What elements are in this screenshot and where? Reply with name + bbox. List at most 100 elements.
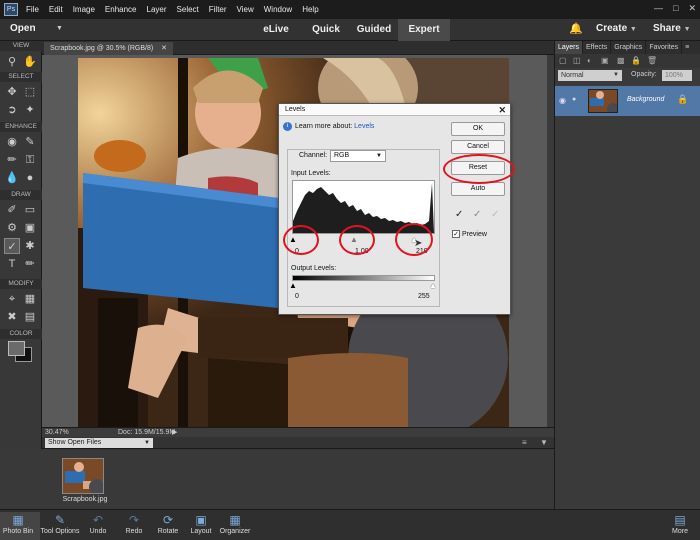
blur-tool-icon[interactable]: 💧 [4, 170, 20, 186]
close-tab-icon[interactable]: ✕ [161, 45, 167, 52]
levels-dialog-title[interactable]: Levels ✕ [279, 104, 510, 116]
open-dropdown-icon[interactable]: ▼ [56, 25, 63, 32]
photo-bin-thumbnail-label: Scrapbook.jpg [62, 496, 108, 503]
lock-transparency-icon[interactable]: ▩ [617, 56, 625, 65]
mode-bar: Open ▼ eLive Quick Guided Expert 🔔 Creat… [0, 19, 700, 41]
channel-dropdown[interactable]: RGB ▼ [330, 150, 386, 162]
pencil-tool-icon[interactable]: ✏ [22, 256, 38, 272]
lock-all-icon[interactable]: 🔒 [631, 56, 641, 65]
eraser-tool-icon[interactable]: ▭ [22, 202, 38, 218]
foreground-color-swatch[interactable] [8, 341, 25, 356]
marquee-tool-icon[interactable]: ⬚ [22, 84, 38, 100]
menu-file[interactable]: File [26, 5, 39, 14]
auto-button[interactable]: Auto [451, 182, 505, 196]
paint-bucket-tool-icon[interactable]: ⚙ [4, 220, 20, 236]
photo-bin-button[interactable]: ▦ Photo Bin [0, 512, 40, 540]
hand-tool-icon[interactable]: ✋ [22, 54, 38, 70]
preview-checkmark-icon[interactable]: ✓ [452, 230, 460, 238]
white-eyedropper-icon[interactable]: ✓ [491, 209, 499, 220]
mode-quick[interactable]: Quick [306, 19, 346, 41]
spot-healing-tool-icon[interactable]: ✎ [22, 134, 38, 150]
document-tab[interactable]: Scrapbook.jpg @ 30.5% (RGB/8) ✕ [44, 42, 174, 55]
type-tool-icon[interactable]: T [4, 256, 20, 272]
custom-shape-tool-icon[interactable]: ✱ [22, 238, 38, 254]
content-aware-move-tool-icon[interactable]: ✖ [4, 309, 20, 325]
move-tool-icon[interactable]: ✥ [4, 84, 20, 100]
magic-wand-tool-icon[interactable]: ✦ [22, 102, 38, 118]
minimize-icon[interactable]: — [654, 3, 663, 14]
notifications-bell-icon[interactable]: 🔔 [569, 22, 583, 35]
layer-row-background[interactable]: ◉ ● Background 🔒 [555, 86, 700, 116]
preview-checkbox[interactable]: ✓ Preview [452, 230, 487, 238]
cancel-button[interactable]: Cancel [451, 140, 505, 154]
share-button[interactable]: Share ▼ [653, 23, 691, 34]
brush-tool-icon[interactable]: ✐ [4, 202, 20, 218]
menu-window[interactable]: Window [264, 5, 292, 14]
sponge-tool-icon[interactable]: ● [22, 170, 38, 186]
straighten-tool-icon[interactable]: ▤ [22, 309, 38, 325]
mode-guided[interactable]: Guided [350, 19, 398, 41]
menu-select[interactable]: Select [177, 5, 199, 14]
menu-edit[interactable]: Edit [49, 5, 63, 14]
layer-link-icon: ● [572, 96, 577, 103]
bin-options-icon[interactable]: ≡ [522, 438, 527, 447]
output-black-value[interactable]: 0 [295, 293, 299, 300]
collapse-bin-icon[interactable]: ▼ [540, 438, 548, 447]
create-button[interactable]: Create ▼ [596, 23, 637, 34]
organizer-button[interactable]: ▦ Organizer [213, 512, 257, 535]
crop-tool-icon[interactable]: ⌖ [4, 291, 20, 307]
learn-more-levels-link[interactable]: Levels [354, 123, 374, 130]
status-menu-arrow-icon[interactable]: ▶ [172, 428, 177, 436]
visibility-eye-icon[interactable]: ◉ [559, 96, 566, 105]
tab-effects[interactable]: Effects [583, 41, 612, 54]
photo-bin-thumbnail[interactable] [62, 458, 104, 494]
annotation-circle-midtone [339, 225, 375, 255]
more-button[interactable]: ▤ More [658, 512, 700, 535]
output-levels-slider[interactable]: ▲ ▲ [289, 281, 437, 291]
output-white-handle[interactable]: ▲ [429, 281, 437, 290]
adjustment-layer-icon[interactable]: ◐ [587, 56, 592, 65]
gray-eyedropper-icon[interactable]: ✓ [473, 209, 481, 220]
panel-menu-icon[interactable]: ≡ [682, 41, 692, 54]
lasso-tool-icon[interactable]: ➲ [4, 102, 20, 118]
tab-favorites[interactable]: Favorites [646, 41, 683, 54]
open-button[interactable]: Open [10, 23, 36, 34]
new-group-icon[interactable]: ◫ [573, 56, 581, 65]
layer-name: Background [627, 96, 665, 103]
menu-layer[interactable]: Layer [147, 5, 167, 14]
zoom-tool-icon[interactable]: ⚲ [4, 54, 20, 70]
blend-mode-dropdown[interactable]: Normal ▼ [558, 70, 622, 81]
eyedropper-tool-icon[interactable]: ✓ [4, 238, 20, 254]
menu-filter[interactable]: Filter [209, 5, 227, 14]
new-layer-icon[interactable]: ▢ [559, 56, 567, 65]
mode-elive[interactable]: eLive [254, 19, 298, 41]
tab-layers[interactable]: Layers [555, 41, 584, 54]
gradient-tool-icon[interactable]: ▣ [22, 220, 38, 236]
annotation-circle-black-point [283, 225, 319, 255]
restore-icon[interactable]: □ [673, 3, 678, 14]
menu-enhance[interactable]: Enhance [105, 5, 137, 14]
show-open-files-dropdown[interactable]: Show Open Files ▼ [45, 438, 153, 448]
layer-lock-icon: 🔒 [677, 94, 689, 104]
delete-layer-icon[interactable]: 🗑 [647, 56, 657, 65]
layer-mask-icon[interactable]: ▣ [601, 56, 609, 65]
smart-brush-tool-icon[interactable]: ✏ [4, 152, 20, 168]
close-dialog-icon[interactable]: ✕ [498, 104, 506, 116]
menu-view[interactable]: View [237, 5, 254, 14]
black-eyedropper-icon[interactable]: ✓ [455, 209, 463, 220]
mode-expert[interactable]: Expert [398, 19, 450, 41]
recompose-tool-icon[interactable]: ▦ [22, 291, 38, 307]
red-eye-tool-icon[interactable]: ◉ [4, 134, 20, 150]
output-black-handle[interactable]: ▲ [289, 281, 297, 290]
ok-button[interactable]: OK [451, 122, 505, 136]
canvas-vertical-scrollbar[interactable] [547, 55, 554, 427]
menu-help[interactable]: Help [302, 5, 318, 14]
tab-graphics[interactable]: Graphics [611, 41, 647, 54]
menu-image[interactable]: Image [73, 5, 95, 14]
clone-stamp-tool-icon[interactable]: ⚿ [22, 152, 38, 168]
opacity-input[interactable]: 100% [662, 70, 692, 81]
close-window-icon[interactable]: ✕ [688, 3, 696, 14]
output-white-value[interactable]: 255 [418, 293, 430, 300]
status-bar: 30.47% Doc: 15.9M/15.9M ▶ [42, 427, 554, 437]
zoom-readout[interactable]: 30.47% [45, 429, 69, 436]
